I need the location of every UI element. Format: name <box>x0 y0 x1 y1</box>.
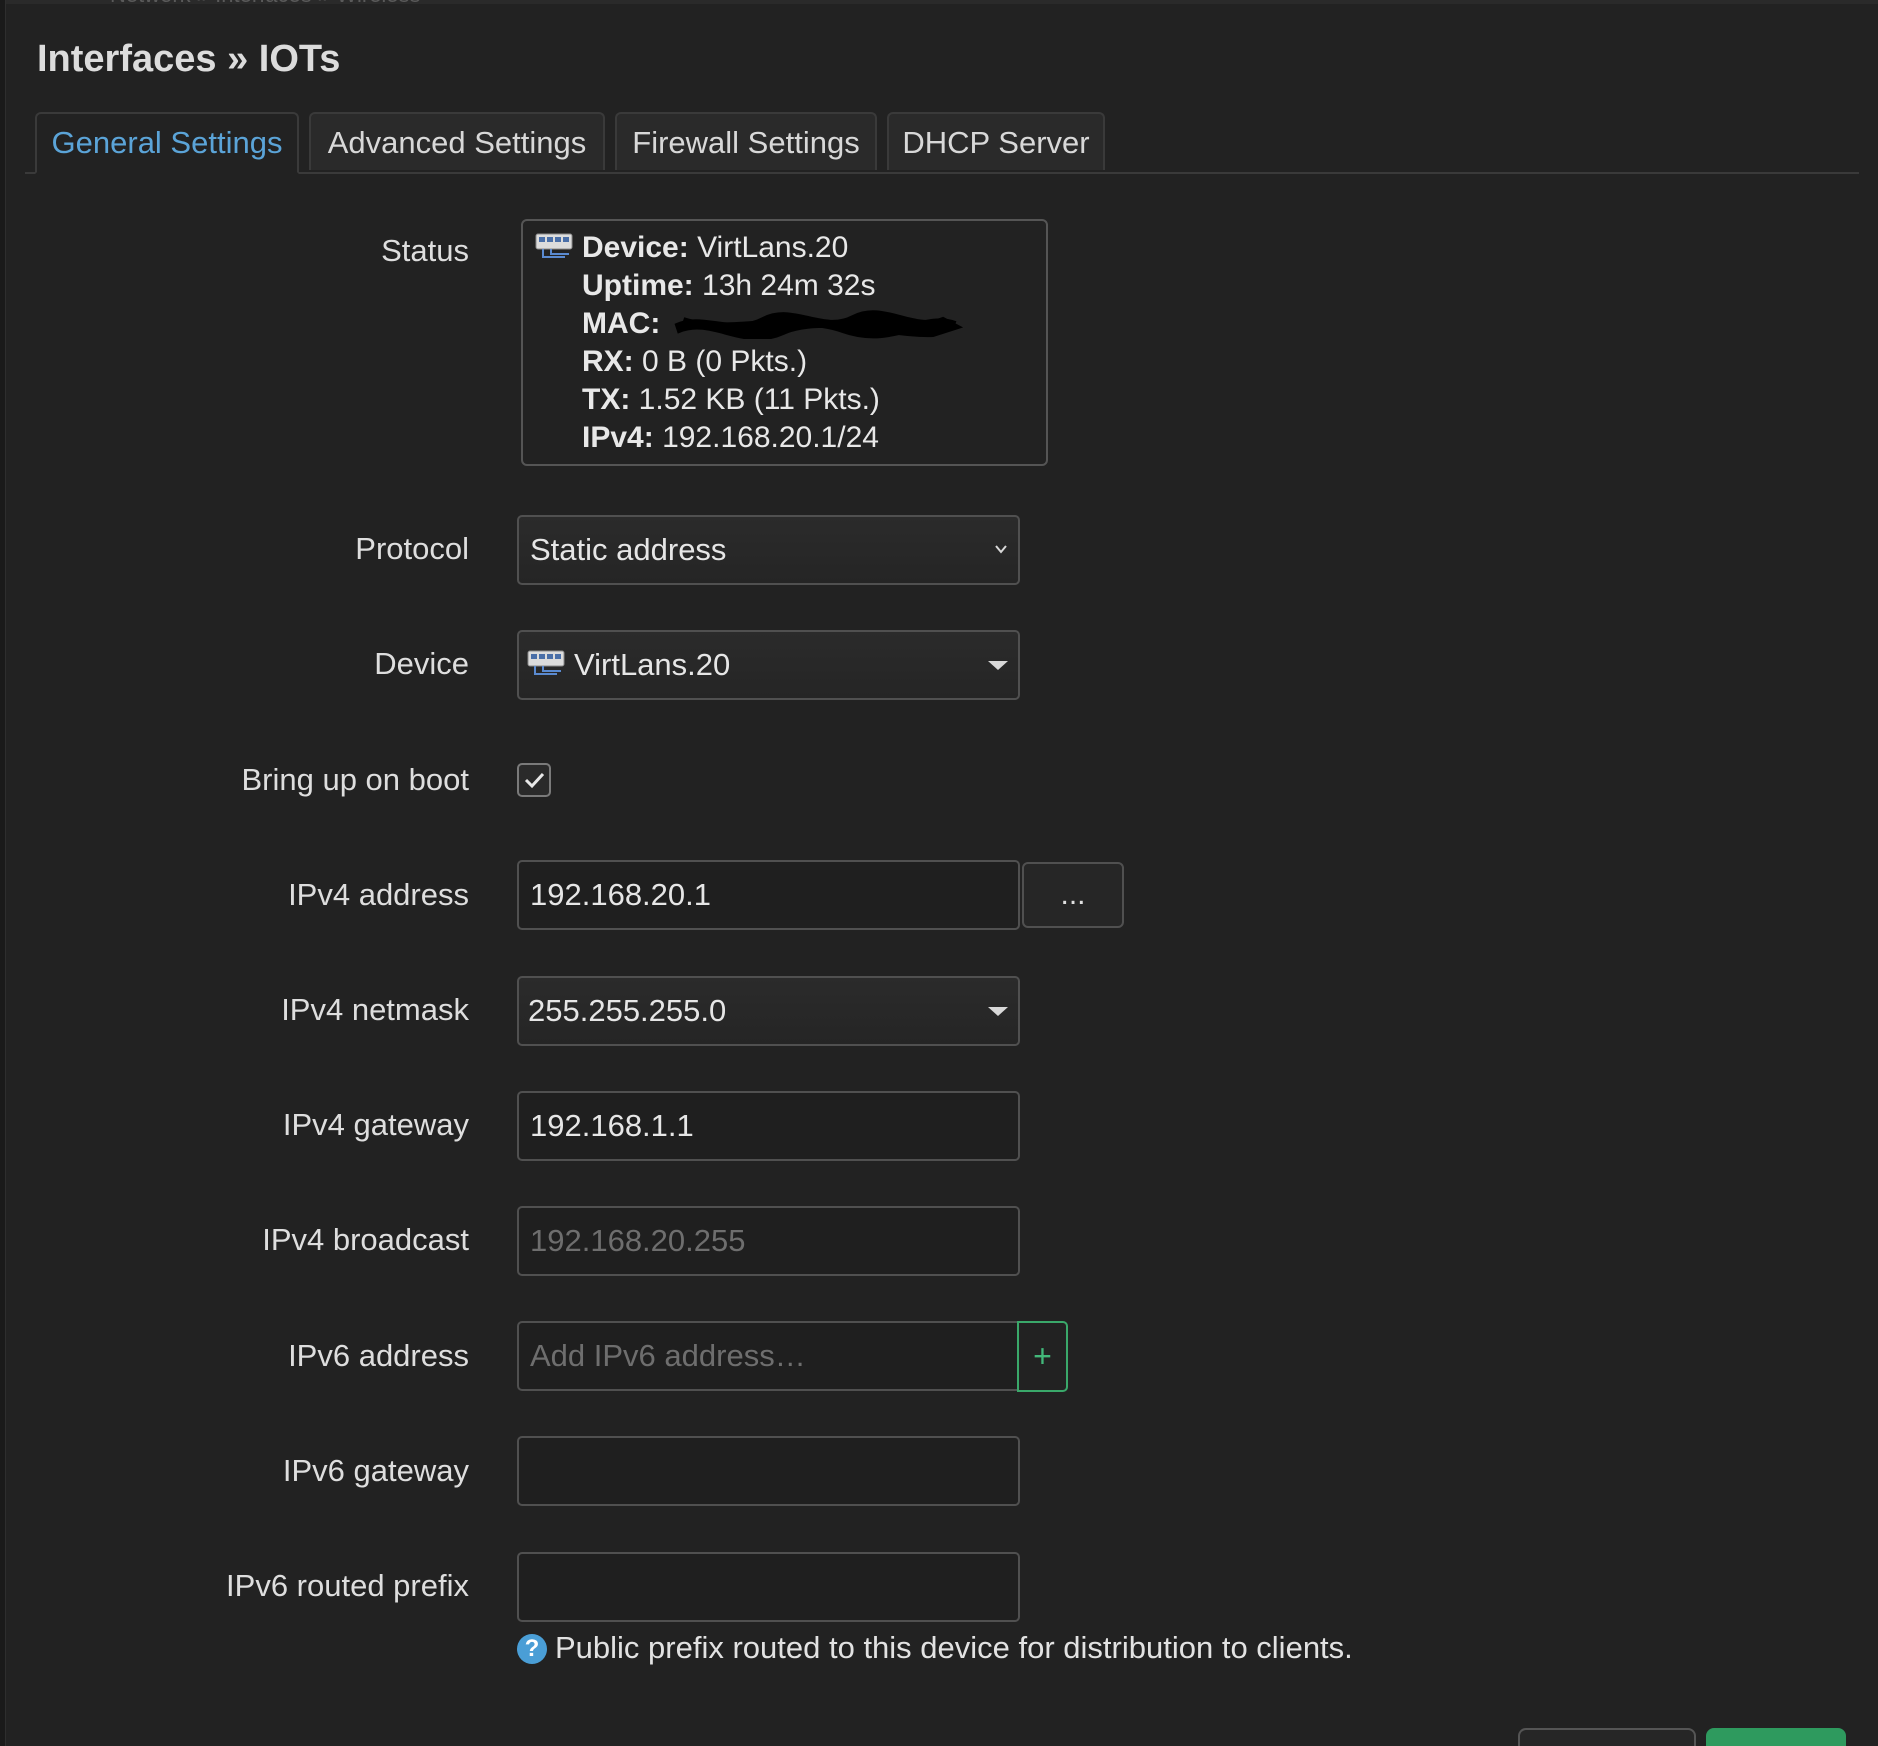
ipv4-netmask-select[interactable]: 255.255.255.0 <box>517 976 1020 1046</box>
tab-advanced-settings[interactable]: Advanced Settings <box>309 112 605 170</box>
ipv4-broadcast-label: IPv4 broadcast <box>262 1222 469 1257</box>
status-mac-key: MAC: <box>582 307 661 340</box>
save-button[interactable] <box>1706 1728 1846 1746</box>
protocol-label: Protocol <box>355 531 469 566</box>
cutoff-breadcrumb: Network » Interfaces » Wireless <box>110 0 421 8</box>
ipv4-address-value: 192.168.20.1 <box>530 877 712 912</box>
status-mac: MAC: <box>582 307 660 341</box>
caret-down-icon <box>988 1007 1008 1016</box>
ipv6-address-input[interactable]: Add IPv6 address… <box>517 1321 1019 1391</box>
status-device: Device: VirtLans.20 <box>582 231 848 265</box>
checkmark-icon <box>524 772 545 789</box>
ipv4-netmask-value: 255.255.255.0 <box>528 993 727 1028</box>
ipv4-address-more-button[interactable]: ... <box>1022 862 1124 928</box>
ipv4-gateway-input[interactable]: 192.168.1.1 <box>517 1091 1020 1161</box>
device-label: Device <box>374 646 469 681</box>
ipv4-gateway-label: IPv4 gateway <box>282 1107 469 1142</box>
top-cutoff-strip: Network » Interfaces » Wireless <box>0 0 1878 7</box>
status-device-value: VirtLans.20 <box>697 231 849 264</box>
status-tx: TX: 1.52 KB (11 Pkts.) <box>582 383 880 417</box>
ipv4-gateway-value: 192.168.1.1 <box>530 1108 694 1143</box>
status-tx-value: 1.52 KB (11 Pkts.) <box>638 383 880 416</box>
device-select[interactable]: VirtLans.20 <box>517 630 1020 700</box>
redaction-scribble <box>674 310 963 339</box>
status-tx-key: TX: <box>582 383 631 416</box>
ipv6-address-label: IPv6 address <box>288 1338 469 1373</box>
status-box: Device: VirtLans.20 Uptime: 13h 24m 32s … <box>521 219 1048 466</box>
status-uptime-key: Uptime: <box>582 269 694 302</box>
bring-up-on-boot-checkbox[interactable] <box>517 763 551 797</box>
status-uptime: Uptime: 13h 24m 32s <box>582 269 875 303</box>
protocol-value: Static address <box>530 532 727 567</box>
ipv4-address-input[interactable]: 192.168.20.1 <box>517 860 1020 930</box>
chevron-down-icon <box>995 545 1007 554</box>
ipv4-broadcast-input[interactable]: 192.168.20.255 <box>517 1206 1020 1276</box>
status-ipv4-key: IPv4: <box>582 421 654 454</box>
ipv6-gateway-input[interactable] <box>517 1436 1020 1506</box>
protocol-select[interactable]: Static address <box>517 515 1020 585</box>
ipv4-address-label: IPv4 address <box>288 877 469 912</box>
ipv6-routed-prefix-label: IPv6 routed prefix <box>226 1568 469 1603</box>
status-rx-key: RX: <box>582 345 634 378</box>
status-uptime-value: 13h 24m 32s <box>702 269 876 302</box>
status-ipv4: IPv4: 192.168.20.1/24 <box>582 421 879 455</box>
status-label: Status <box>381 233 469 268</box>
status-rx-value: 0 B (0 Pkts.) <box>642 345 808 378</box>
plus-icon: + <box>1033 1338 1052 1374</box>
network-device-icon <box>527 650 565 675</box>
status-rx: RX: 0 B (0 Pkts.) <box>582 345 807 379</box>
page-title: Interfaces » IOTs <box>37 38 341 80</box>
left-edge <box>0 0 6 1746</box>
ipv4-netmask-label: IPv4 netmask <box>281 992 469 1027</box>
network-device-icon <box>535 233 573 258</box>
caret-down-icon <box>988 661 1008 670</box>
tab-general-settings[interactable]: General Settings <box>35 112 299 174</box>
interface-edit-page: Network » Interfaces » Wireless Interfac… <box>0 0 1878 1746</box>
ipv6-address-placeholder: Add IPv6 address… <box>530 1338 806 1373</box>
dismiss-button[interactable] <box>1518 1728 1696 1746</box>
tab-bar: General Settings Advanced Settings Firew… <box>25 112 1859 174</box>
status-device-key: Device: <box>582 231 689 264</box>
status-ipv4-value: 192.168.20.1/24 <box>662 421 879 454</box>
tab-firewall-settings[interactable]: Firewall Settings <box>615 112 877 170</box>
bring-up-on-boot-label: Bring up on boot <box>241 762 469 797</box>
ipv6-routed-prefix-help: ? Public prefix routed to this device for… <box>517 1630 1353 1666</box>
tab-dhcp-server[interactable]: DHCP Server <box>887 112 1105 170</box>
ipv4-broadcast-placeholder: 192.168.20.255 <box>530 1223 746 1258</box>
ipv6-routed-prefix-input[interactable] <box>517 1552 1020 1622</box>
device-value: VirtLans.20 <box>574 647 731 682</box>
ipv6-gateway-label: IPv6 gateway <box>282 1453 469 1488</box>
help-icon: ? <box>517 1634 547 1664</box>
ipv6-routed-prefix-help-text: Public prefix routed to this device for … <box>555 1630 1353 1665</box>
ipv6-address-add-button[interactable]: + <box>1017 1321 1068 1392</box>
